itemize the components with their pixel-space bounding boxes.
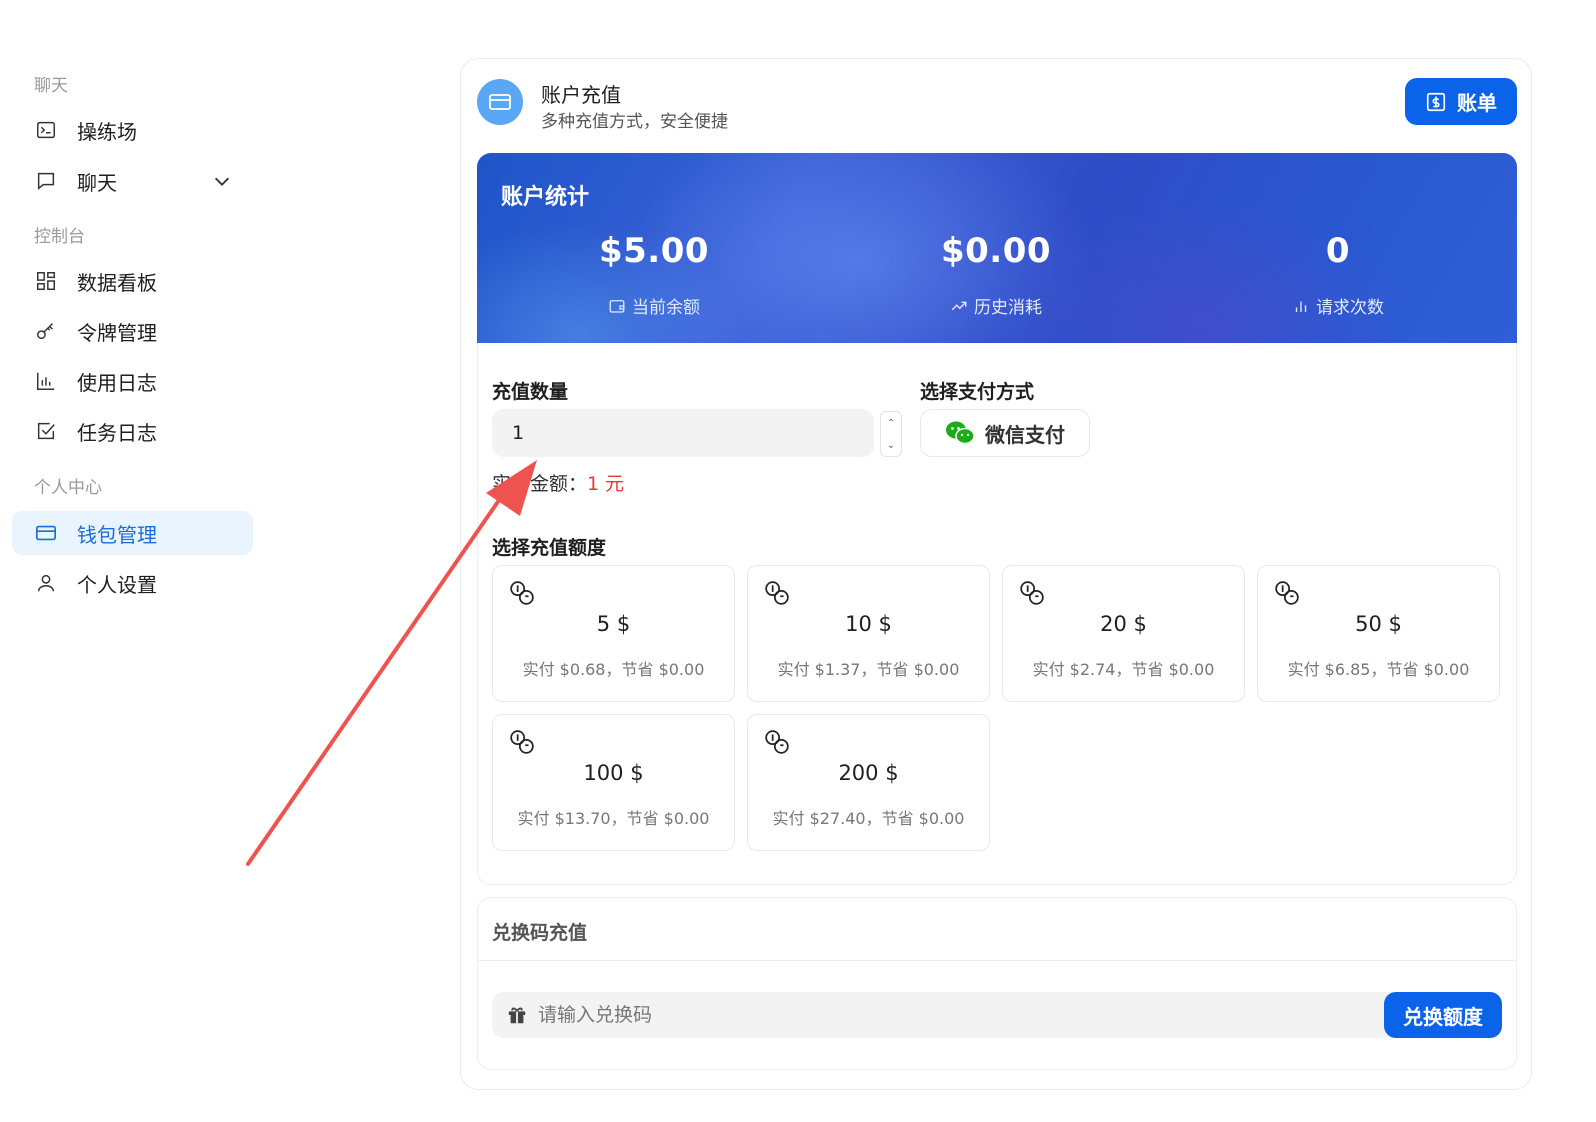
sidebar-item-profile[interactable]: 个人设置: [12, 561, 253, 605]
sidebar-item-label: 钱包管理: [77, 522, 157, 547]
amount-value: 50 $: [1355, 612, 1402, 636]
sidebar-section-personal: 个人中心: [34, 478, 102, 498]
amount-detail: 实付 $0.68，节省 $0.00: [522, 660, 705, 679]
redeem-code-input[interactable]: [538, 992, 1368, 1038]
page-title: 账户充值: [541, 83, 621, 107]
coins-icon: [510, 730, 534, 754]
quantity-stepper[interactable]: ⌃ ⌄: [880, 411, 902, 457]
amount-option-100[interactable]: 100 $ 实付 $13.70，节省 $0.00: [492, 714, 735, 851]
sidebar-item-playground[interactable]: 操练场: [12, 108, 253, 152]
receipt-icon: [1426, 92, 1446, 111]
amount-option-50[interactable]: 50 $ 实付 $6.85，节省 $0.00: [1257, 565, 1500, 702]
terminal-icon: [34, 118, 58, 142]
wallet-icon: [609, 299, 625, 313]
redeem-title: 兑换码充值: [492, 922, 588, 944]
checkbox-icon: [34, 419, 58, 443]
sidebar-item-label: 任务日志: [77, 420, 157, 445]
amount-value: 5 $: [596, 612, 631, 636]
amount-option-200[interactable]: 200 $ 实付 $27.40，节省 $0.00: [747, 714, 990, 851]
app-root: 聊天 操练场 聊天 控制台 数据看板 令牌管理 使用日志 任务日志 个人中心 钱…: [0, 0, 1596, 1122]
sidebar-item-label: 使用日志: [77, 370, 157, 395]
stat-value: 0: [1325, 231, 1351, 271]
stepper-up-icon[interactable]: ⌃: [887, 418, 895, 429]
coins-icon: [1275, 581, 1299, 605]
amount-value: 10 $: [845, 612, 892, 636]
amount-detail: 实付 $1.37，节省 $0.00: [777, 660, 960, 679]
sidebar: 聊天 操练场 聊天 控制台 数据看板 令牌管理 使用日志 任务日志 个人中心 钱…: [0, 0, 262, 1122]
stat-label: 请求次数: [1316, 298, 1384, 318]
amount-detail: 实付 $2.74，节省 $0.00: [1032, 660, 1215, 679]
stat-consumption: $0.00 历史消耗: [866, 231, 1126, 318]
amount-value: 200 $: [838, 761, 899, 785]
sidebar-item-task-log[interactable]: 任务日志: [12, 409, 253, 453]
stat-value: $5.00: [598, 231, 710, 271]
wechat-icon: [946, 421, 975, 445]
account-stats-banner: 账户统计 $5.00 当前余额 $0.00 历史消耗 0 请求次数: [477, 153, 1517, 343]
sidebar-item-usage-log[interactable]: 使用日志: [12, 359, 253, 403]
stat-requests: 0 请求次数: [1208, 231, 1468, 318]
divider: [478, 960, 1516, 961]
sidebar-section-console: 控制台: [34, 227, 85, 247]
coins-icon: [765, 730, 789, 754]
sidebar-item-tokens[interactable]: 令牌管理: [12, 309, 253, 353]
sidebar-item-label: 操练场: [77, 119, 137, 144]
coins-icon: [765, 581, 789, 605]
user-icon: [34, 571, 58, 595]
sidebar-item-label: 个人设置: [77, 572, 157, 597]
sidebar-item-dashboard[interactable]: 数据看板: [12, 259, 253, 303]
wechat-pay-label: 微信支付: [985, 422, 1065, 447]
redeem-input-wrap: 兑换额度: [492, 992, 1502, 1038]
sidebar-item-label: 聊天: [77, 170, 117, 195]
bar-chart-icon: [1295, 301, 1307, 312]
sidebar-item-label: 令牌管理: [77, 320, 157, 345]
quantity-label: 充值数量: [492, 381, 569, 403]
amount-options-label: 选择充值额度: [492, 537, 607, 559]
sidebar-section-chat: 聊天: [34, 76, 68, 96]
redeem-button[interactable]: 兑换额度: [1384, 992, 1502, 1038]
trend-up-icon: [951, 301, 967, 310]
sidebar-item-wallet[interactable]: 钱包管理: [12, 511, 253, 555]
bill-button-label: 账单: [1457, 91, 1497, 115]
amount-detail: 实付 $13.70，节省 $0.00: [517, 809, 710, 828]
sidebar-item-chat[interactable]: 聊天: [12, 159, 253, 203]
key-icon: [34, 319, 58, 343]
chat-bubble-icon: [34, 169, 58, 193]
redeem-code-panel: 兑换码充值 兑换额度: [477, 897, 1517, 1070]
pay-amount-label: 实付金额：: [492, 473, 588, 495]
gift-icon: [508, 1007, 526, 1024]
stats-title: 账户统计: [501, 185, 590, 210]
grid-icon: [34, 269, 58, 293]
stat-label: 历史消耗: [974, 298, 1042, 318]
credit-card-icon: [34, 521, 58, 545]
amount-detail: 实付 $27.40，节省 $0.00: [772, 809, 965, 828]
stat-label: 当前余额: [632, 298, 700, 318]
chevron-down-icon[interactable]: [211, 170, 233, 192]
payment-method-label: 选择支付方式: [920, 381, 1035, 403]
recharge-form: 充值数量 ⌃ ⌄ 实付金额：1 元 选择支付方式 微信支付 选择充值额度: [477, 343, 1517, 885]
coins-icon: [1020, 581, 1044, 605]
sidebar-item-label: 数据看板: [77, 270, 157, 295]
amount-detail: 实付 $6.85，节省 $0.00: [1287, 660, 1470, 679]
wallet-header-icon: [477, 79, 523, 125]
amount-option-10[interactable]: 10 $ 实付 $1.37，节省 $0.00: [747, 565, 990, 702]
quantity-input[interactable]: [492, 409, 874, 457]
recharge-card: 账户充值 多种充值方式，安全便捷 账单 账户统计 $5.00 当前余额 $0.0…: [460, 58, 1532, 1090]
stat-value: $0.00: [940, 231, 1052, 271]
amount-value: 20 $: [1100, 612, 1147, 636]
bar-chart-icon: [34, 369, 58, 393]
wechat-pay-button[interactable]: 微信支付: [920, 409, 1090, 457]
amount-value: 100 $: [583, 761, 644, 785]
amount-option-5[interactable]: 5 $ 实付 $0.68，节省 $0.00: [492, 565, 735, 702]
bill-button[interactable]: 账单: [1405, 78, 1517, 125]
stepper-down-icon[interactable]: ⌄: [887, 440, 895, 451]
stat-balance: $5.00 当前余额: [524, 231, 784, 318]
amount-option-20[interactable]: 20 $ 实付 $2.74，节省 $0.00: [1002, 565, 1245, 702]
coins-icon: [510, 581, 534, 605]
pay-amount-value: 1 元: [587, 473, 625, 495]
pay-amount: 实付金额：1 元: [492, 469, 624, 496]
page-subtitle: 多种充值方式，安全便捷: [541, 112, 728, 132]
